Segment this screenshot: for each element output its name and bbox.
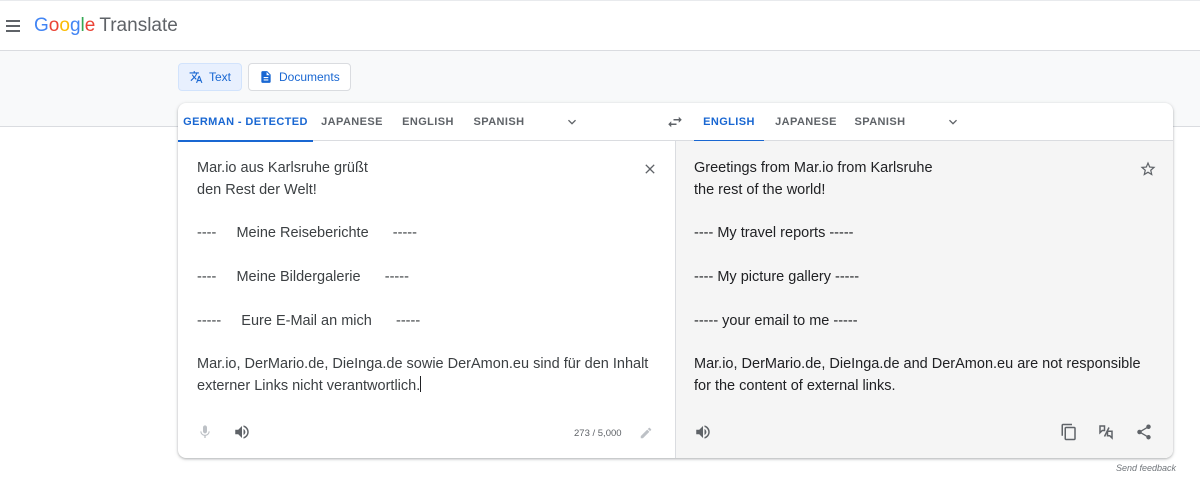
product-name: Translate xyxy=(99,15,178,36)
send-feedback-link[interactable]: Send feedback xyxy=(1116,463,1176,473)
text-caret xyxy=(420,375,422,392)
source-lang-japanese[interactable]: JAPANESE xyxy=(318,103,386,141)
document-icon xyxy=(261,71,271,83)
translate-card: GERMAN - DETECTED JAPANESE ENGLISH SPANI… xyxy=(178,103,1173,458)
target-lang-japanese[interactable]: JAPANESE xyxy=(772,103,840,141)
microphone-icon[interactable] xyxy=(197,423,213,441)
logo-letter: G xyxy=(34,15,49,36)
listen-source-speaker-icon[interactable] xyxy=(233,423,251,441)
handwriting-pencil-icon[interactable] xyxy=(639,426,653,440)
clear-source-close-icon[interactable] xyxy=(642,161,658,177)
logo-letter: g xyxy=(69,15,81,36)
more-source-langs-chevron-down-icon[interactable] xyxy=(564,114,580,130)
logo-letter: o xyxy=(59,15,70,36)
source-text: Mar.io aus Karlsruhe grüßt den Rest der … xyxy=(197,160,649,394)
logo-letter: e xyxy=(84,15,96,36)
google-translate-logo[interactable]: Google Translate xyxy=(34,14,178,38)
more-target-langs-chevron-down-icon[interactable] xyxy=(945,114,961,130)
share-translation-icon[interactable] xyxy=(1135,423,1153,441)
documents-mode-label: Documents xyxy=(279,70,340,84)
translate-icon xyxy=(189,71,203,83)
save-translation-star-icon[interactable] xyxy=(1139,160,1157,178)
target-lang-english[interactable]: ENGLISH xyxy=(694,103,764,142)
target-lang-spanish[interactable]: SPANISH xyxy=(850,103,910,141)
panel-divider xyxy=(675,141,676,458)
language-bar: GERMAN - DETECTED JAPANESE ENGLISH SPANI… xyxy=(178,103,1173,142)
listen-translation-speaker-icon[interactable] xyxy=(694,423,712,441)
rate-translation-feedback-icon[interactable] xyxy=(1096,423,1116,441)
character-counter: 273 / 5,000 xyxy=(574,428,622,439)
source-lang-spanish[interactable]: SPANISH xyxy=(468,103,530,141)
documents-mode-button[interactable]: Documents xyxy=(248,63,351,91)
copy-translation-icon[interactable] xyxy=(1060,423,1078,441)
source-textarea[interactable]: Mar.io aus Karlsruhe grüßt den Rest der … xyxy=(197,158,648,398)
translation-output: Greetings from Mar.io from Karlsruhe the… xyxy=(694,160,1141,394)
top-bar: Google Translate xyxy=(0,0,1200,51)
text-mode-button[interactable]: Text xyxy=(178,63,243,91)
logo-letter: o xyxy=(48,15,60,36)
text-mode-label: Text xyxy=(209,70,232,84)
source-lang-english[interactable]: ENGLISH xyxy=(396,103,460,141)
source-lang-german-detected[interactable]: GERMAN - DETECTED xyxy=(178,103,313,142)
swap-languages-icon[interactable] xyxy=(666,113,684,131)
main-menu-icon[interactable] xyxy=(4,15,24,37)
